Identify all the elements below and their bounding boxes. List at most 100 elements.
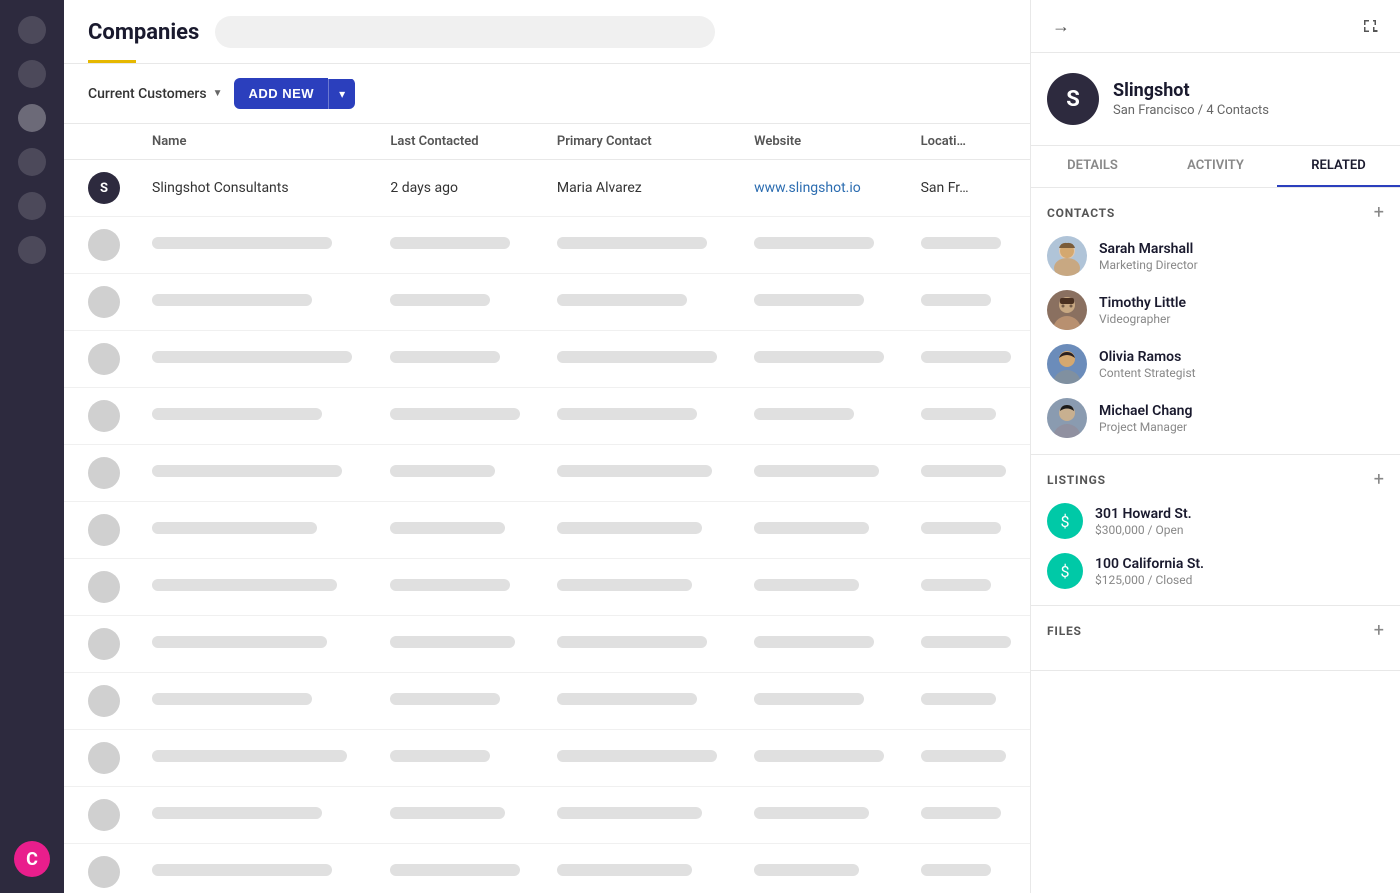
sidebar-item-3[interactable] bbox=[18, 104, 46, 132]
contacts-section-title: CONTACTS bbox=[1047, 206, 1115, 220]
tab-related[interactable]: RELATED bbox=[1277, 146, 1400, 187]
add-new-main-button[interactable]: ADD NEW bbox=[234, 78, 328, 109]
tab-details[interactable]: DETAILS bbox=[1031, 146, 1154, 187]
search-bar[interactable] bbox=[215, 16, 715, 48]
skeleton-location-8 bbox=[905, 673, 1030, 730]
sidebar-item-4[interactable] bbox=[18, 148, 46, 176]
tab-activity[interactable]: ACTIVITY bbox=[1154, 146, 1277, 187]
listing-meta-1: $300,000 / Open bbox=[1095, 523, 1192, 537]
skeleton-contacted-6 bbox=[374, 559, 540, 616]
skeleton-website-7 bbox=[738, 616, 904, 673]
table-row-skeleton-8[interactable] bbox=[64, 673, 1030, 730]
skeleton-avatar-cell-2 bbox=[64, 331, 136, 388]
skeleton-contact-9 bbox=[541, 730, 738, 787]
sidebar-item-5[interactable] bbox=[18, 192, 46, 220]
contact-avatar-olivia bbox=[1047, 344, 1087, 384]
contact-item-olivia[interactable]: Olivia Ramos Content Strategist bbox=[1047, 344, 1384, 384]
table-row-skeleton-3[interactable] bbox=[64, 388, 1030, 445]
brand-logo[interactable]: C bbox=[14, 841, 50, 877]
skeleton-avatar-9 bbox=[88, 742, 120, 774]
skeleton-website-10 bbox=[738, 787, 904, 844]
title-underline bbox=[88, 60, 136, 63]
table-row-skeleton-2[interactable] bbox=[64, 331, 1030, 388]
sidebar-item-2[interactable] bbox=[18, 60, 46, 88]
contact-info-timothy: Timothy Little Videographer bbox=[1099, 295, 1186, 326]
row-primary-contact: Maria Alvarez bbox=[541, 160, 738, 217]
skeleton-location-5 bbox=[905, 502, 1030, 559]
skeleton-avatar-7 bbox=[88, 628, 120, 660]
col-avatar bbox=[64, 124, 136, 160]
listing-item-100[interactable]: $ 100 California St. $125,000 / Closed bbox=[1047, 553, 1384, 589]
skeleton-website-6 bbox=[738, 559, 904, 616]
contact-item-michael[interactable]: Michael Chang Project Manager bbox=[1047, 398, 1384, 438]
company-name: Slingshot bbox=[1113, 80, 1269, 101]
skeleton-avatar-0 bbox=[88, 229, 120, 261]
filter-label: Current Customers bbox=[88, 86, 207, 102]
listing-dollar-icon-1: $ bbox=[1047, 503, 1083, 539]
skeleton-avatar-cell-9 bbox=[64, 730, 136, 787]
contact-name-timothy: Timothy Little bbox=[1099, 295, 1186, 311]
skeleton-location-0 bbox=[905, 217, 1030, 274]
skeleton-avatar-8 bbox=[88, 685, 120, 717]
table-row-skeleton-4[interactable] bbox=[64, 445, 1030, 502]
skeleton-contact-11 bbox=[541, 844, 738, 893]
right-panel: → S Slingshot San Francisco / 4 Contacts… bbox=[1030, 0, 1400, 893]
skeleton-location-11 bbox=[905, 844, 1030, 893]
col-last-contacted: Last Contacted bbox=[374, 124, 540, 160]
contact-info-michael: Michael Chang Project Manager bbox=[1099, 403, 1192, 434]
files-section-title: FILES bbox=[1047, 624, 1082, 638]
skeleton-contacted-2 bbox=[374, 331, 540, 388]
contact-item-sarah[interactable]: Sarah Marshall Marketing Director bbox=[1047, 236, 1384, 276]
files-add-icon[interactable]: + bbox=[1374, 622, 1384, 640]
contact-info-olivia: Olivia Ramos Content Strategist bbox=[1099, 349, 1196, 380]
listing-address-2: 100 California St. bbox=[1095, 556, 1204, 572]
skeleton-contacted-0 bbox=[374, 217, 540, 274]
contact-item-timothy[interactable]: Timothy Little Videographer bbox=[1047, 290, 1384, 330]
add-new-button-group[interactable]: ADD NEW ▾ bbox=[234, 78, 355, 109]
skeleton-contacted-1 bbox=[374, 274, 540, 331]
listings-add-icon[interactable]: + bbox=[1374, 471, 1384, 489]
table-row-skeleton-6[interactable] bbox=[64, 559, 1030, 616]
sidebar: C bbox=[0, 0, 64, 893]
table-row-slingshot[interactable]: S Slingshot Consultants 2 days ago Maria… bbox=[64, 160, 1030, 217]
table-row-skeleton-9[interactable] bbox=[64, 730, 1030, 787]
skeleton-website-0 bbox=[738, 217, 904, 274]
skeleton-website-9 bbox=[738, 730, 904, 787]
skeleton-avatar-cell-6 bbox=[64, 559, 136, 616]
table-row-skeleton-0[interactable] bbox=[64, 217, 1030, 274]
filter-dropdown[interactable]: Current Customers ▼ bbox=[88, 86, 222, 102]
table-row-skeleton-1[interactable] bbox=[64, 274, 1030, 331]
skeleton-contact-2 bbox=[541, 331, 738, 388]
panel-back-icon[interactable]: → bbox=[1047, 12, 1075, 40]
company-details: Slingshot San Francisco / 4 Contacts bbox=[1113, 80, 1269, 118]
skeleton-website-2 bbox=[738, 331, 904, 388]
listing-item-301[interactable]: $ 301 Howard St. $300,000 / Open bbox=[1047, 503, 1384, 539]
skeleton-website-4 bbox=[738, 445, 904, 502]
skeleton-avatar-cell-3 bbox=[64, 388, 136, 445]
skeleton-name-2 bbox=[136, 331, 374, 388]
skeleton-contact-0 bbox=[541, 217, 738, 274]
skeleton-contact-4 bbox=[541, 445, 738, 502]
website-link[interactable]: www.slingshot.io bbox=[754, 180, 861, 196]
table-row-skeleton-5[interactable] bbox=[64, 502, 1030, 559]
contact-role-sarah: Marketing Director bbox=[1099, 258, 1198, 272]
add-new-dropdown-button[interactable]: ▾ bbox=[328, 79, 355, 109]
table-row-skeleton-10[interactable] bbox=[64, 787, 1030, 844]
panel-expand-icon[interactable] bbox=[1356, 12, 1384, 40]
companies-table-wrapper: Name Last Contacted Primary Contact Webs… bbox=[64, 124, 1030, 893]
page-header: Companies bbox=[64, 0, 1030, 64]
table-row-skeleton-7[interactable] bbox=[64, 616, 1030, 673]
table-row-skeleton-11[interactable] bbox=[64, 844, 1030, 893]
row-website[interactable]: www.slingshot.io bbox=[738, 160, 904, 217]
contact-name-olivia: Olivia Ramos bbox=[1099, 349, 1196, 365]
skeleton-name-3 bbox=[136, 388, 374, 445]
sidebar-item-1[interactable] bbox=[18, 16, 46, 44]
skeleton-location-4 bbox=[905, 445, 1030, 502]
companies-table: Name Last Contacted Primary Contact Webs… bbox=[64, 124, 1030, 893]
skeleton-contact-8 bbox=[541, 673, 738, 730]
sidebar-item-6[interactable] bbox=[18, 236, 46, 264]
skeleton-avatar-2 bbox=[88, 343, 120, 375]
contacts-add-icon[interactable]: + bbox=[1374, 204, 1384, 222]
skeleton-name-11 bbox=[136, 844, 374, 893]
company-avatar: S bbox=[1047, 73, 1099, 125]
